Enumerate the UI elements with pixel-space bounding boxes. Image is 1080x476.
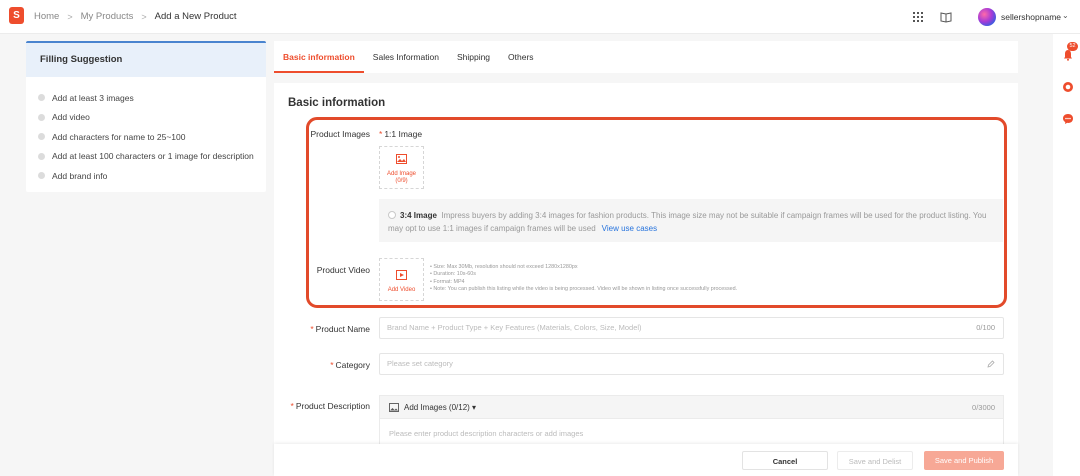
cancel-button[interactable]: Cancel	[742, 451, 828, 470]
breadcrumb-home[interactable]: Home	[34, 11, 59, 22]
view-use-cases-link[interactable]: View use cases	[602, 224, 657, 233]
tab-shipping[interactable]: Shipping	[448, 41, 499, 73]
suggestion-list: Add at least 3 images Add video Add char…	[26, 77, 266, 186]
video-note: Duration: 10s-60s	[430, 271, 737, 278]
tab-sales-information[interactable]: Sales Information	[364, 41, 448, 73]
book-icon[interactable]	[940, 11, 952, 23]
description-label: * Product Description	[290, 401, 370, 411]
category-input[interactable]: Please set category	[379, 353, 1004, 375]
right-rail	[1053, 34, 1080, 476]
video-note: Format: MP4	[430, 279, 737, 286]
breadcrumb-my-products[interactable]: My Products	[81, 11, 134, 22]
radio-34-image[interactable]	[388, 211, 396, 219]
chevron-right-icon: >	[141, 11, 147, 22]
status-dot-icon	[38, 113, 45, 121]
apps-grid-icon[interactable]	[912, 11, 924, 23]
description-toolbar: Add Images (0/12) ▾ 0/3000	[379, 395, 1004, 419]
video-icon	[396, 270, 407, 280]
video-requirements: Size: Max 30Mb, resolution should not ex…	[430, 264, 737, 293]
notice-text: Impress buyers by adding 3:4 images for …	[388, 211, 987, 233]
suggestion-item: Add at least 100 characters or 1 image f…	[38, 147, 254, 167]
suggestion-text: Add at least 3 images	[52, 92, 134, 103]
video-note: Size: Max 30Mb, resolution should not ex…	[430, 264, 737, 271]
suggestion-item: Add brand info	[38, 166, 254, 186]
top-bar: S Home > My Products > Add a New Product…	[0, 0, 1080, 34]
suggestion-text: Add brand info	[52, 170, 108, 181]
add-video-button[interactable]: Add Video	[379, 258, 424, 301]
video-note: Note: You can publish this listing while…	[430, 286, 737, 293]
headset-icon[interactable]	[1062, 81, 1074, 93]
image-icon	[396, 154, 407, 164]
image-icon	[389, 403, 399, 412]
avatar[interactable]	[978, 8, 996, 26]
status-dot-icon	[38, 133, 45, 141]
product-name-count: 0/100	[976, 323, 995, 332]
save-and-delist-button[interactable]: Save and Delist	[837, 451, 913, 470]
pencil-icon[interactable]	[987, 360, 995, 368]
status-dot-icon	[38, 172, 45, 180]
product-name-label: * Product Name	[310, 324, 370, 334]
shopee-logo[interactable]: S	[9, 7, 24, 24]
tab-basic-information[interactable]: Basic information	[274, 41, 364, 73]
category-placeholder: Please set category	[387, 359, 453, 368]
description-placeholder: Please enter product description charact…	[389, 429, 584, 438]
add-images-dropdown[interactable]: Add Images (0/12) ▾	[404, 403, 476, 412]
suggestion-text: Add video	[52, 112, 90, 123]
suggestion-item: Add characters for name to 25~100	[38, 127, 254, 147]
add-image-button[interactable]: Add Image (0/9)	[379, 146, 424, 189]
filling-suggestion-panel: Filling Suggestion Add at least 3 images…	[26, 41, 266, 192]
chat-icon[interactable]	[1062, 113, 1074, 125]
product-images-label: Product Images	[310, 129, 370, 139]
category-label: * Category	[330, 360, 370, 370]
breadcrumb-current: Add a New Product	[154, 11, 237, 22]
section-tabs: Basic information Sales Information Ship…	[274, 41, 1018, 73]
add-image-label: Add Image	[386, 171, 417, 177]
notification-badge: 52	[1067, 42, 1078, 51]
product-name-placeholder: Brand Name + Product Type + Key Features…	[387, 323, 642, 332]
add-video-label: Add Video	[387, 287, 416, 293]
suggestion-text: Add characters for name to 25~100	[52, 131, 186, 142]
breadcrumb: Home > My Products > Add a New Product	[34, 11, 237, 22]
username[interactable]: sellershopname	[1001, 12, 1061, 22]
description-count: 0/3000	[972, 403, 995, 412]
notice-title: 3:4 Image	[400, 211, 437, 220]
suggestion-item: Add at least 3 images	[38, 88, 254, 108]
action-bar: Cancel Save and Delist Save and Publish	[274, 444, 1018, 476]
image-ratio-label: * 1:1 Image	[379, 129, 423, 139]
status-dot-icon	[38, 152, 45, 160]
status-dot-icon	[38, 94, 45, 102]
save-and-publish-button[interactable]: Save and Publish	[924, 451, 1004, 470]
product-name-input[interactable]: Brand Name + Product Type + Key Features…	[379, 317, 1004, 339]
chevron-right-icon: >	[67, 11, 73, 22]
suggestion-text: Add at least 100 characters or 1 image f…	[52, 151, 254, 162]
image-ratio-notice: 3:4 Image Impress buyers by adding 3:4 i…	[379, 199, 1003, 242]
tab-others[interactable]: Others	[499, 41, 543, 73]
section-title: Basic information	[288, 97, 386, 109]
add-image-count: (0/9)	[395, 178, 408, 184]
filling-suggestion-title: Filling Suggestion	[26, 43, 266, 77]
suggestion-item: Add video	[38, 108, 254, 128]
product-video-label: Product Video	[316, 265, 370, 275]
chevron-down-icon[interactable]: ⌄	[1062, 11, 1069, 20]
